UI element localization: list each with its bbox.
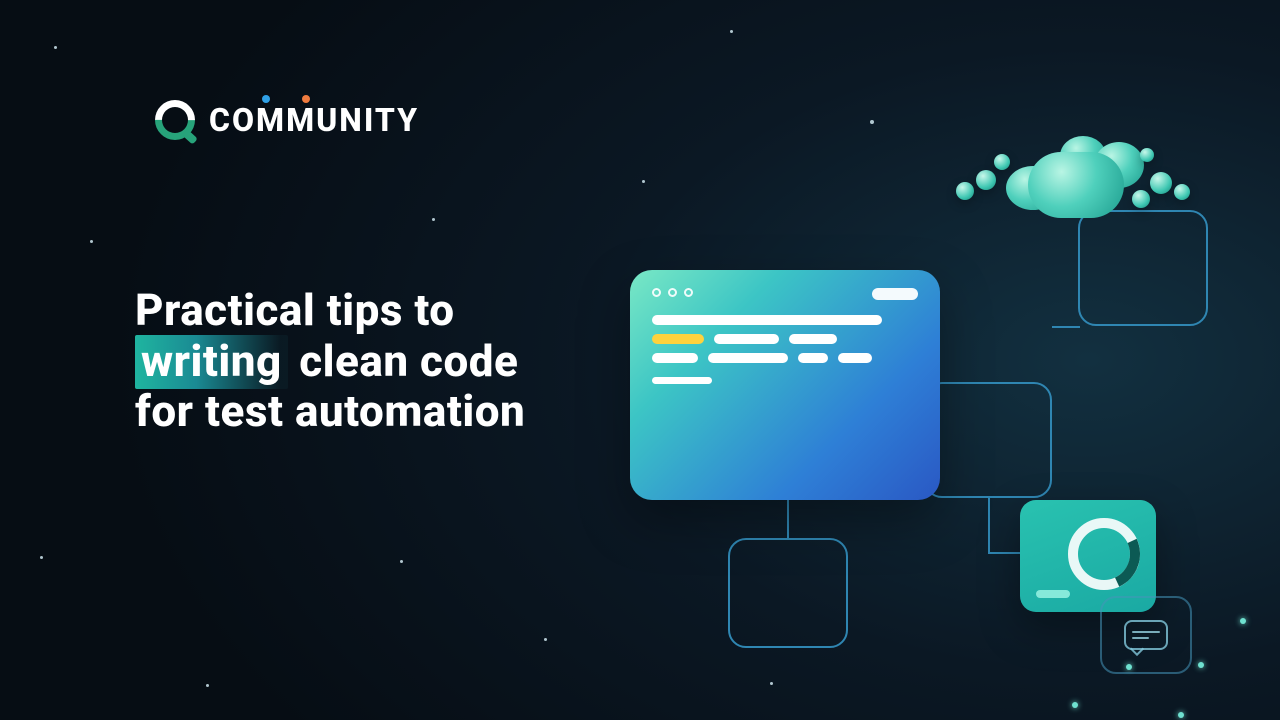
code-line-icon: [652, 377, 712, 384]
cloud-orb-icon: [1140, 148, 1154, 162]
headline: Practical tips to writing clean code for…: [135, 285, 525, 437]
wire-panel-icon: [924, 382, 1052, 498]
headline-line-2: writing clean code: [135, 336, 525, 387]
cloud-orb-icon: [956, 182, 974, 200]
logo-text-pre: CO: [209, 101, 256, 139]
wire-panel-icon: [728, 538, 848, 648]
logo-text-m1: M: [256, 101, 286, 139]
decorative-star-icon: [40, 556, 43, 559]
decorative-star-icon: [90, 240, 93, 243]
decorative-star-icon: [432, 218, 435, 221]
code-line-icon: [652, 334, 918, 344]
connector-line-icon: [1052, 326, 1080, 328]
decorative-star-icon: [400, 560, 403, 563]
cloud-orb-icon: [1174, 184, 1190, 200]
headline-line-3: for test automation: [135, 386, 525, 437]
headline-line-2-tail: clean code: [288, 335, 519, 387]
decorative-star-icon: [206, 684, 209, 687]
chat-bubble-icon: [1124, 620, 1168, 650]
cloud-orb-icon: [976, 170, 996, 190]
headline-highlight: writing: [135, 335, 288, 389]
decorative-star-icon: [730, 30, 733, 33]
connector-line-icon: [787, 500, 789, 540]
cloud-orb-icon: [1132, 190, 1150, 208]
connector-line-icon: [988, 498, 990, 554]
code-line-icon: [652, 315, 882, 325]
brand-logo: CO M M UNITY: [155, 100, 419, 140]
cloud-orb-icon: [1150, 172, 1172, 194]
logo-wordmark: CO M M UNITY: [209, 101, 419, 139]
chat-window-outline-icon: [1100, 596, 1192, 674]
cloud-orb-icon: [994, 154, 1010, 170]
logo-text-post: UNITY: [316, 101, 419, 139]
decorative-star-icon: [54, 46, 57, 49]
code-editor-card-icon: [630, 270, 940, 500]
logo-q-mark: [155, 100, 195, 140]
code-line-icon: [652, 353, 918, 363]
card-pill-icon: [872, 288, 918, 300]
data-cloud-icon: [990, 130, 1160, 230]
headline-line-1: Practical tips to: [135, 285, 525, 336]
decorative-star-icon: [544, 638, 547, 641]
logo-dot-blue-icon: [262, 95, 270, 103]
logo-text-m2: M: [286, 101, 316, 139]
